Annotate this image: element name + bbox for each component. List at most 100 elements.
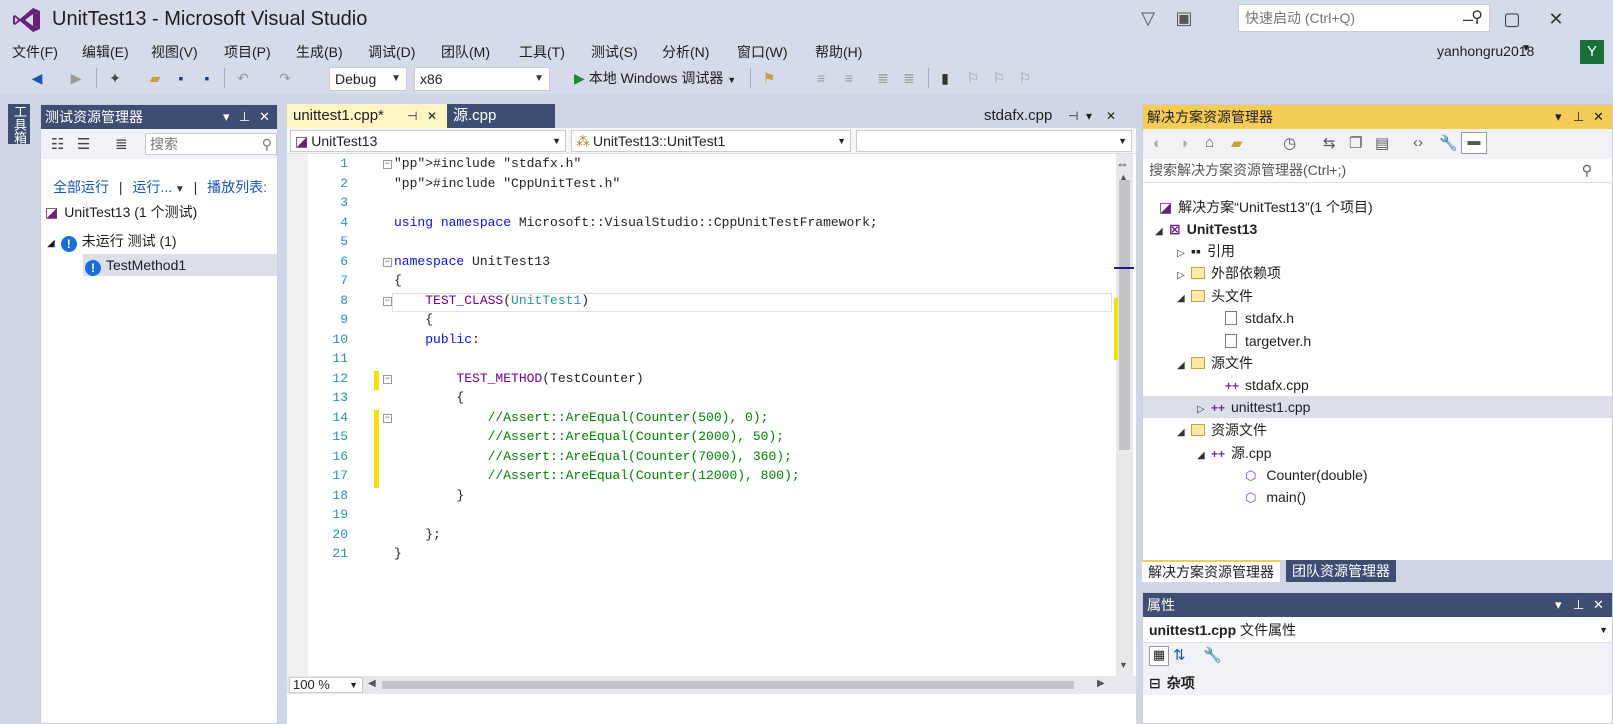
user-name[interactable]: yanhongru2018 — [1437, 43, 1534, 59]
wrench-icon[interactable]: 🔧 — [1439, 134, 1458, 152]
undo-icon[interactable]: ↶ — [232, 67, 254, 89]
property-pages-icon[interactable]: 🔧 — [1203, 646, 1222, 664]
test-search-input[interactable]: 搜索 ⚲ — [145, 133, 277, 155]
close-button[interactable]: ✕ — [1536, 4, 1576, 34]
search-icon[interactable]: ⚲ — [1582, 159, 1592, 181]
toolbox-tab[interactable]: 工具箱 — [8, 104, 30, 144]
collapse-icon[interactable]: ▷ — [1177, 265, 1191, 287]
expand-icon[interactable]: ◢ — [47, 238, 55, 249]
prev-bookmark-icon[interactable]: ⚐ — [962, 67, 984, 89]
expand-icon[interactable]: ◢ — [1155, 221, 1169, 243]
menu-analyze[interactable]: 分析(N) — [662, 42, 709, 62]
filter-icon[interactable]: ▽ — [1136, 6, 1160, 30]
property-object-selector[interactable]: unittest1.cpp 文件属性 ▼ — [1143, 617, 1612, 643]
close-icon[interactable]: ✕ — [427, 104, 437, 128]
back-icon[interactable]: ◐ — [1153, 135, 1162, 152]
collapse-region-icon[interactable]: − — [383, 160, 392, 169]
run-all-link[interactable]: 全部运行 — [53, 179, 109, 195]
avatar[interactable]: Y — [1580, 40, 1604, 64]
uncomment-icon[interactable]: ≡ — [838, 67, 860, 89]
next-bookmark-icon[interactable]: ⚐ — [988, 67, 1010, 89]
menu-view[interactable]: 视图(V) — [151, 42, 198, 62]
playlist-link[interactable]: 播放列表: — [207, 179, 267, 195]
file-targetver-h[interactable]: targetver.h — [1225, 330, 1311, 352]
pin-icon[interactable]: ⊥ — [1573, 593, 1584, 617]
settings-icon[interactable]: ≣ — [115, 135, 128, 153]
categorized-icon[interactable]: ▦ — [1149, 646, 1169, 666]
save-all-icon[interactable]: ▪ — [196, 67, 218, 89]
code-line[interactable]: "pp">#include "stdafx.h" — [394, 156, 581, 171]
code-line[interactable]: //Assert::AreEqual(Counter(12000), 800); — [394, 468, 800, 483]
menu-file[interactable]: 文件(F) — [12, 42, 58, 62]
sort-icon[interactable]: ☰ — [77, 135, 90, 153]
preview-icon[interactable]: ▬ — [1461, 132, 1487, 154]
outdent-icon[interactable]: ≣ — [872, 67, 894, 89]
menu-edit[interactable]: 编辑(E) — [82, 42, 129, 62]
file-source-cpp[interactable]: ◢ ++ 源.cpp — [1197, 442, 1271, 464]
run-link[interactable]: 运行... — [132, 179, 172, 195]
collapse-region-icon[interactable]: − — [383, 296, 392, 306]
switch-views-icon[interactable]: ▰ — [1231, 134, 1243, 152]
menu-tools[interactable]: 工具(T) — [519, 42, 565, 62]
member-nav-dropdown[interactable]: ▼ — [856, 130, 1132, 152]
file-stdafx-h[interactable]: stdafx.h — [1225, 307, 1294, 329]
collapse-icon[interactable]: ▷ — [1197, 399, 1211, 421]
tab-team-explorer[interactable]: 团队资源管理器 — [1286, 560, 1396, 582]
code-line[interactable]: public: — [394, 332, 480, 347]
solution-search-input[interactable]: 搜索解决方案资源管理器(Ctrl+;) ⚲ — [1143, 159, 1612, 183]
redo-icon[interactable]: ↷ — [274, 67, 296, 89]
scrollbar-thumb[interactable] — [1119, 180, 1130, 450]
project-nav-dropdown[interactable]: ◪ UnitTest13 ▼ — [290, 130, 566, 152]
function-main[interactable]: ⬡ main() — [1245, 486, 1306, 508]
code-line[interactable]: { — [394, 273, 402, 288]
pending-changes-icon[interactable]: ◷ — [1283, 134, 1296, 152]
forward-icon[interactable]: ◑ — [1179, 135, 1188, 152]
menu-project[interactable]: 项目(P) — [224, 42, 271, 62]
code-line[interactable]: } — [394, 546, 402, 561]
sources-node[interactable]: ◢ 源文件 — [1177, 352, 1253, 374]
show-all-files-icon[interactable]: ▤ — [1375, 134, 1389, 152]
start-debugging-button[interactable]: ▶ 本地 Windows 调试器 ▼ — [574, 68, 736, 88]
search-icon[interactable]: ⚲ — [262, 134, 272, 154]
scope-nav-dropdown[interactable]: ⁂ UnitTest13::UnitTest1 ▼ — [571, 130, 851, 152]
collapse-icon[interactable]: ⊟ — [1149, 675, 1161, 691]
pin-icon[interactable]: ⊣ — [407, 104, 417, 128]
menu-window[interactable]: 窗口(W) — [737, 42, 788, 62]
test-group-row[interactable]: ◢! 未运行 测试 (1) — [47, 230, 177, 255]
menu-help[interactable]: 帮助(H) — [815, 42, 862, 62]
code-line[interactable]: //Assert::AreEqual(Counter(7000), 360); — [394, 449, 792, 464]
pin-icon[interactable]: ⊣ — [1068, 104, 1078, 128]
code-line[interactable]: using namespace Microsoft::VisualStudio:… — [394, 215, 878, 230]
resources-node[interactable]: ◢ 资源文件 — [1177, 419, 1267, 441]
tab-unittest1-cpp[interactable]: unittest1.cpp* ⊣ ✕ — [287, 104, 447, 128]
expand-icon[interactable]: ◢ — [1197, 445, 1211, 467]
code-line[interactable]: //Assert::AreEqual(Counter(2000), 50); — [394, 429, 784, 444]
close-icon[interactable]: ✕ — [1593, 105, 1604, 129]
test-project-row[interactable]: ◪ UnitTest13 (1 个测试) — [45, 201, 197, 223]
panel-menu-icon[interactable]: ▾ — [1555, 593, 1562, 617]
quick-launch-input[interactable] — [1239, 5, 1449, 31]
configuration-dropdown[interactable]: Debug ▼ — [329, 67, 407, 91]
close-icon[interactable]: ✕ — [1593, 593, 1604, 617]
clear-bookmarks-icon[interactable]: ⚐ — [1014, 67, 1036, 89]
solution-node[interactable]: ◪ 解决方案“UnitTest13”(1 个项目) — [1159, 196, 1373, 218]
indent-icon[interactable]: ≣ — [898, 67, 920, 89]
code-line[interactable]: } — [394, 488, 464, 503]
menu-test[interactable]: 测试(S) — [591, 42, 638, 62]
code-line[interactable]: //Assert::AreEqual(Counter(500), 0); — [394, 410, 769, 425]
code-line[interactable]: }; — [394, 527, 441, 542]
minimize-button[interactable]: ‒ — [1448, 4, 1488, 34]
references-node[interactable]: ▷ ▪▪ 引用 — [1177, 240, 1235, 262]
collapse-all-icon[interactable]: ❐ — [1349, 134, 1362, 152]
forward-icon[interactable]: ▶ — [66, 67, 86, 89]
scroll-left-icon[interactable]: ◀ — [368, 678, 376, 689]
save-icon[interactable]: ▪ — [170, 67, 192, 89]
menu-team[interactable]: 团队(M) — [441, 42, 490, 62]
code-view-icon[interactable]: ‹› — [1413, 134, 1423, 151]
dropdown-icon[interactable]: ▾ — [1086, 104, 1092, 128]
back-icon[interactable]: ◀ — [26, 67, 48, 89]
external-deps-node[interactable]: ▷ 外部依赖项 — [1177, 262, 1281, 284]
zoom-dropdown[interactable]: 100 % ▼ — [289, 677, 363, 693]
collapse-region-icon[interactable]: − — [383, 413, 392, 423]
code-line[interactable]: { — [394, 390, 464, 405]
